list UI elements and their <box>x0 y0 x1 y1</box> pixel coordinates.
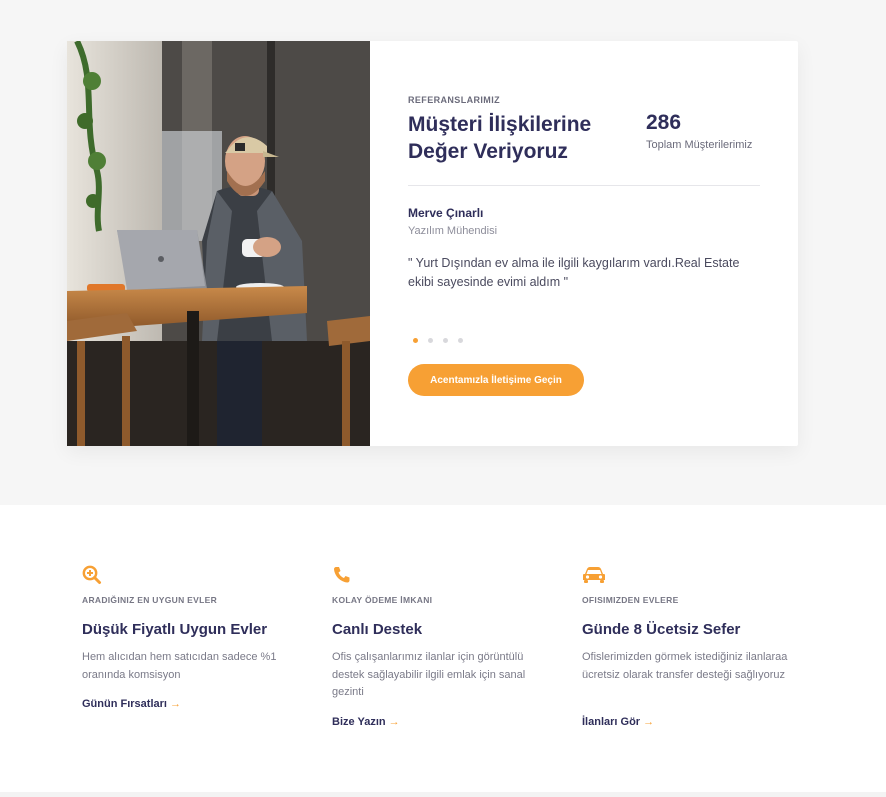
arrow-right-icon: → <box>643 716 655 728</box>
car-icon <box>582 565 606 585</box>
section-title: Müşteri İlişkilerine Değer Veriyoruz <box>408 113 592 163</box>
testimonial-content: REFERANSLARIMIZ Müşteri İlişkilerine Değ… <box>408 41 760 446</box>
feature-title: Düşük Fiyatlı Uygun Evler <box>82 621 268 638</box>
carousel-dot-2[interactable] <box>428 338 433 343</box>
feature-title: Günde 8 Ücetsiz Sefer <box>582 621 741 638</box>
carousel-dot-4[interactable] <box>458 338 463 343</box>
view-listings-link[interactable]: İlanları Gör → <box>582 716 654 728</box>
write-to-us-link[interactable]: Bize Yazın → <box>332 716 400 728</box>
reviewer-name: Merve Çınarlı <box>408 206 484 220</box>
link-label: İlanları Gör <box>582 716 641 728</box>
arrow-right-icon: → <box>169 698 181 710</box>
section-eyebrow: REFERANSLARIMIZ <box>408 95 500 105</box>
feature-description: Hem alıcıdan hem satıcıdan sadece %1 ora… <box>82 651 277 681</box>
testimonial-photo <box>67 41 370 446</box>
feature-title: Canlı Destek <box>332 621 423 638</box>
feature-eyebrow: ARADIĞINIZ EN UYGUN EVLER <box>82 595 218 605</box>
divider <box>408 185 760 186</box>
customer-count: 286 <box>646 111 682 134</box>
testimonial-quote: " Yurt Dışından ev alma ile ilgili kaygı… <box>408 256 740 289</box>
feature-eyebrow: OFISIMIZDEN EVLERE <box>582 595 679 605</box>
deals-of-day-link[interactable]: Günün Fırsatları → <box>82 698 181 710</box>
bottom-strip <box>0 792 886 797</box>
feature-description: Ofis çalışanlarımız ilanlar için görüntü… <box>332 651 526 698</box>
testimonial-card: REFERANSLARIMIZ Müşteri İlişkilerine Değ… <box>67 41 798 446</box>
carousel-dots <box>413 338 463 343</box>
customer-count-label: Toplam Müşterilerimiz <box>646 139 753 151</box>
reviewer-role: Yazılım Mühendisi <box>408 225 498 237</box>
contact-agency-button[interactable]: Acentamızla İletişime Geçin <box>408 364 584 396</box>
search-plus-icon <box>82 565 102 585</box>
carousel-dot-3[interactable] <box>443 338 448 343</box>
features-section: ARADIĞINIZ EN UYGUN EVLER Düşük Fiyatlı … <box>0 505 886 792</box>
feature-description: Ofislerimizden görmek istediğiniz ilanla… <box>582 651 788 681</box>
testimonial-section: REFERANSLARIMIZ Müşteri İlişkilerine Değ… <box>0 0 886 505</box>
link-label: Günün Fırsatları <box>82 698 167 710</box>
phone-icon <box>332 565 352 585</box>
carousel-dot-1[interactable] <box>413 338 418 343</box>
link-label: Bize Yazın <box>332 716 386 728</box>
arrow-right-icon: → <box>388 716 400 728</box>
feature-eyebrow: KOLAY ÖDEME İMKANI <box>332 595 433 605</box>
